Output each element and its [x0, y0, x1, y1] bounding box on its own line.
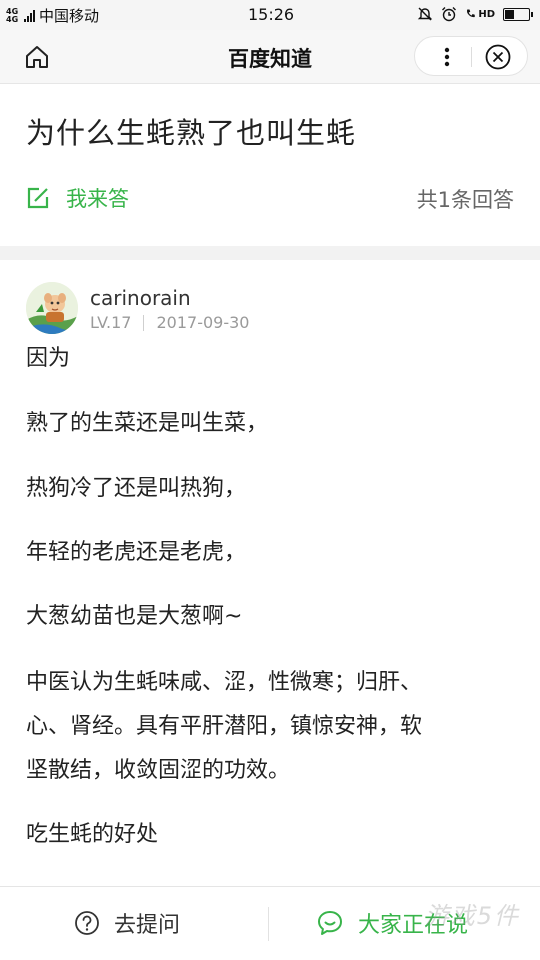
- answer-line: 年轻的老虎还是老虎，: [26, 540, 247, 565]
- meta-divider: [143, 314, 145, 331]
- answer-line: 中医认为生蚝味咸、涩，性微寒；归肝、: [26, 670, 423, 695]
- ask-question-button[interactable]: 去提问: [74, 907, 180, 939]
- answer-line: 心、肾经。具有平肝潜阳，镇惊安神，软: [26, 714, 423, 739]
- more-icon[interactable]: [435, 45, 459, 69]
- answer-button[interactable]: 我来答: [26, 183, 129, 213]
- hd-label: HD: [478, 8, 495, 20]
- question-circle-icon: [75, 911, 99, 935]
- answerer-username[interactable]: carinorain: [90, 286, 191, 310]
- edit-icon: [27, 187, 49, 209]
- carrier-name: 中国移动: [39, 7, 100, 25]
- phone-icon: [467, 9, 476, 18]
- answer-line: 大葱幼苗也是大葱啊~: [26, 604, 243, 629]
- status-time: 15:26: [248, 5, 295, 24]
- avatar[interactable]: [26, 282, 78, 334]
- volte-indicator: HD: [465, 7, 495, 21]
- mini-program-capsule: [414, 36, 528, 76]
- answer-count: 共1条回答: [416, 188, 514, 212]
- capsule-divider: [471, 47, 472, 67]
- user-level: LV.17: [90, 313, 132, 332]
- signal-icon: [24, 9, 35, 22]
- network-type: 4G 4G: [6, 6, 19, 24]
- page: 4G 4G 中国移动 15:26 HD 百度知道 为什么生蚝熟了也叫生蚝 我来答…: [0, 0, 540, 960]
- watermark: 游戏5件: [424, 902, 520, 930]
- close-icon[interactable]: [485, 44, 511, 70]
- chat-icon: [318, 911, 342, 935]
- answer-line: 坚散结，收敛固涩的功效。: [26, 758, 291, 783]
- status-right: HD: [417, 6, 533, 22]
- avatar-image: [26, 282, 78, 334]
- battery-icon: [503, 7, 533, 21]
- answer-line: 热狗冷了还是叫热狗，: [26, 476, 247, 501]
- ask-question-label: 去提问: [114, 913, 181, 938]
- answer-meta: LV.17 2017-09-30: [90, 313, 249, 332]
- alarm-icon: [442, 7, 457, 22]
- answer-line: 熟了的生菜还是叫生菜，: [26, 411, 269, 436]
- answer-button-label: 我来答: [66, 187, 129, 211]
- status-left: 4G 4G 中国移动: [6, 5, 99, 26]
- battery-level: [505, 9, 514, 19]
- mute-bell-icon: [418, 7, 433, 21]
- question-title: 为什么生蚝熟了也叫生蚝: [26, 116, 357, 150]
- answer-line: 吃生蚝的好处: [26, 822, 159, 847]
- answer-date: 2017-09-30: [156, 313, 250, 332]
- answer-line: 因为: [26, 346, 71, 371]
- section-divider: [0, 246, 540, 260]
- nav-bar: 百度知道: [0, 30, 540, 84]
- bottom-divider: [268, 907, 269, 941]
- status-bar: 4G 4G 中国移动 15:26 HD: [0, 0, 540, 30]
